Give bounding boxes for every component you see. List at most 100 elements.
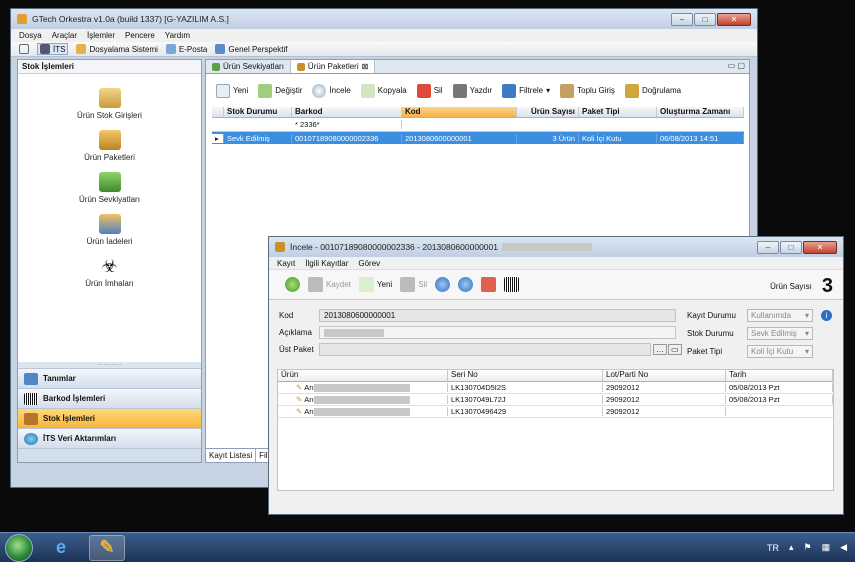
language-indicator[interactable]: TR: [767, 543, 779, 553]
launcher-urun-imhalari[interactable]: ☣ Ürün İmhaları: [18, 256, 201, 288]
nav-footer: [18, 448, 201, 462]
internet-explorer-icon[interactable]: e: [43, 535, 79, 561]
column-olusturma-zamani[interactable]: Oluşturma Zamanı: [657, 107, 744, 117]
volume-icon[interactable]: ◀: [840, 542, 847, 553]
column-barkod[interactable]: Barkod: [292, 107, 402, 117]
system-tray: TR ▴ ⚑ ▦ ◀: [767, 542, 855, 553]
arrow-down-icon[interactable]: [458, 277, 474, 292]
yeni-button[interactable]: Yeni: [216, 83, 248, 98]
column-tarih[interactable]: Tarih: [726, 370, 833, 381]
check-icon[interactable]: [481, 277, 497, 292]
degistir-button[interactable]: Değiştir: [258, 83, 303, 98]
incele-button[interactable]: İncele: [312, 83, 351, 98]
biohazard-icon: ☣: [101, 256, 118, 276]
column-urun[interactable]: Ürün: [278, 370, 448, 381]
arrow-up-icon[interactable]: [435, 277, 451, 292]
dialog-yeni-button[interactable]: Yeni: [358, 277, 392, 292]
nav-its-veri-aktarimlari[interactable]: İTS Veri Aktarımları: [18, 428, 201, 448]
table-row[interactable]: ✎ Arı LK1307049L72J 29092012 05/08/2013 P…: [278, 394, 833, 406]
barcode-icon[interactable]: [504, 277, 520, 292]
browse-button[interactable]: …: [653, 344, 667, 355]
orkestra-taskbar-icon[interactable]: ✎: [89, 534, 125, 561]
launcher-urun-sevkiyatlari[interactable]: Ürün Sevkiyatları: [18, 172, 201, 204]
cell-lot: 29092012: [603, 407, 726, 416]
menu-yardim[interactable]: Yardım: [165, 31, 190, 40]
launcher-label: Ürün Stok Girişleri: [77, 111, 142, 120]
kaydet-button[interactable]: Kaydet: [308, 277, 351, 292]
close-button[interactable]: ✕: [717, 12, 751, 26]
redacted-block: [313, 408, 410, 416]
its-button[interactable]: İTS: [37, 43, 69, 55]
column-urun-sayisi[interactable]: Ürün Sayısı: [517, 107, 579, 117]
table-row[interactable]: ✎ Arı LK130704D5I2S 29092012 05/08/2013 P…: [278, 382, 833, 394]
sil-button[interactable]: Sil: [416, 83, 443, 98]
chevron-down-icon: ▾: [804, 311, 809, 320]
tab-close-icon[interactable]: ⊠: [362, 62, 369, 71]
column-paket-tipi[interactable]: Paket Tipi: [579, 107, 657, 117]
tab-kayit-listesi[interactable]: Kayıt Listesi: [206, 449, 257, 462]
degistir-label: Değiştir: [275, 86, 303, 95]
package-icon: [296, 62, 305, 71]
column-stok-durumu[interactable]: Stok Durumu: [224, 107, 292, 117]
minimize-button[interactable]: –: [671, 12, 693, 26]
toplu-giris-button[interactable]: Toplu Giriş: [560, 83, 615, 98]
grid-icon[interactable]: [19, 44, 29, 54]
menu-pencere[interactable]: Pencere: [125, 31, 155, 40]
column-seri-no[interactable]: Seri No: [448, 370, 603, 381]
dogrulama-button[interactable]: Doğrulama: [624, 83, 681, 98]
dosyalama-button[interactable]: Dosyalama Sistemi: [76, 44, 158, 54]
flag-icon[interactable]: ⚑: [803, 542, 811, 553]
launcher-urun-paketleri[interactable]: Ürün Paketleri: [18, 130, 201, 162]
stok-durumu-select[interactable]: Sevk Edilmiş ▾: [747, 327, 813, 340]
nav-barkod-islemleri[interactable]: Barkod İşlemleri: [18, 388, 201, 408]
cell-seri-no: LK1307049642​9: [448, 407, 603, 416]
clear-button[interactable]: ▭: [668, 344, 682, 355]
urun-name: Arı: [304, 382, 314, 392]
ust-paket-field[interactable]: [319, 343, 651, 356]
genel-perspektif-button[interactable]: Genel Perspektif: [215, 44, 288, 54]
tray-expand-icon[interactable]: ▴: [789, 542, 794, 553]
dialog-sil-button[interactable]: Sil: [400, 277, 427, 292]
column-kod[interactable]: Kod: [402, 107, 517, 117]
column-lot-parti-no[interactable]: Lot/Parti No: [603, 370, 726, 381]
tab-urun-sevkiyatlari[interactable]: Ürün Sevkiyatları: [206, 60, 291, 73]
menu-kayit[interactable]: Kayıt: [277, 259, 295, 268]
aciklama-field[interactable]: [319, 326, 676, 339]
table-row[interactable]: ✎ Arı LK1307049642​9 29092012: [278, 406, 833, 418]
add-icon[interactable]: [285, 277, 300, 292]
start-button[interactable]: [5, 533, 33, 562]
kopyala-button[interactable]: Kopyala: [360, 83, 407, 98]
editor-tabs: Ürün Sevkiyatları Ürün Paketleri ⊠ ▭ ▢: [206, 60, 749, 74]
filter-barkod[interactable]: * 2336*: [292, 120, 402, 129]
table-row[interactable]: ▸ Sevk Edilmiş 00107189080000002336 2013…: [212, 132, 744, 144]
menu-dosya[interactable]: Dosya: [19, 31, 42, 40]
network-icon[interactable]: ▦: [822, 542, 831, 553]
tab-urun-paketleri[interactable]: Ürün Paketleri ⊠: [290, 60, 376, 73]
info-icon[interactable]: i: [821, 310, 832, 321]
menu-ilgili-kayitlar[interactable]: İlgili Kayıtlar: [305, 259, 348, 268]
package-icon: [98, 130, 121, 150]
nav-label: İTS Veri Aktarımları: [43, 434, 117, 443]
view-controls[interactable]: ▭ ▢: [728, 61, 745, 70]
paket-tipi-select[interactable]: Koli İçi Kutu ▾: [747, 345, 813, 358]
maximize-button[interactable]: □: [694, 12, 716, 26]
dialog-maximize-button[interactable]: □: [780, 240, 802, 254]
launcher-stok-girisleri[interactable]: Ürün Stok Girişleri: [18, 88, 201, 120]
filtrele-button[interactable]: Filtrele ▾: [502, 83, 550, 98]
yazdir-button[interactable]: Yazdır: [452, 83, 492, 98]
ust-paket-label: Üst Paket: [279, 345, 314, 354]
urun-sayisi-value: 3: [821, 275, 833, 297]
menu-araclar[interactable]: Araçlar: [52, 31, 77, 40]
menu-islemler[interactable]: İşlemler: [87, 31, 115, 40]
nav-tanimlar[interactable]: Tanımlar: [18, 368, 201, 388]
eposta-button[interactable]: E-Posta: [165, 44, 207, 54]
nav-stok-islemleri[interactable]: Stok İşlemleri: [18, 408, 201, 428]
dialog-minimize-button[interactable]: –: [757, 240, 779, 254]
kayit-durumu-select[interactable]: Kullanımda ▾: [747, 309, 813, 322]
kayit-durumu-value: Kullanımda: [751, 311, 792, 320]
menu-gorev[interactable]: Görev: [358, 259, 380, 268]
dialog-close-button[interactable]: ✕: [803, 240, 837, 254]
launcher-urun-iadeleri[interactable]: Ürün İadeleri: [18, 214, 201, 246]
kod-field[interactable]: 2013080600000001: [319, 309, 676, 322]
nav-label: Barkod İşlemleri: [43, 394, 106, 403]
